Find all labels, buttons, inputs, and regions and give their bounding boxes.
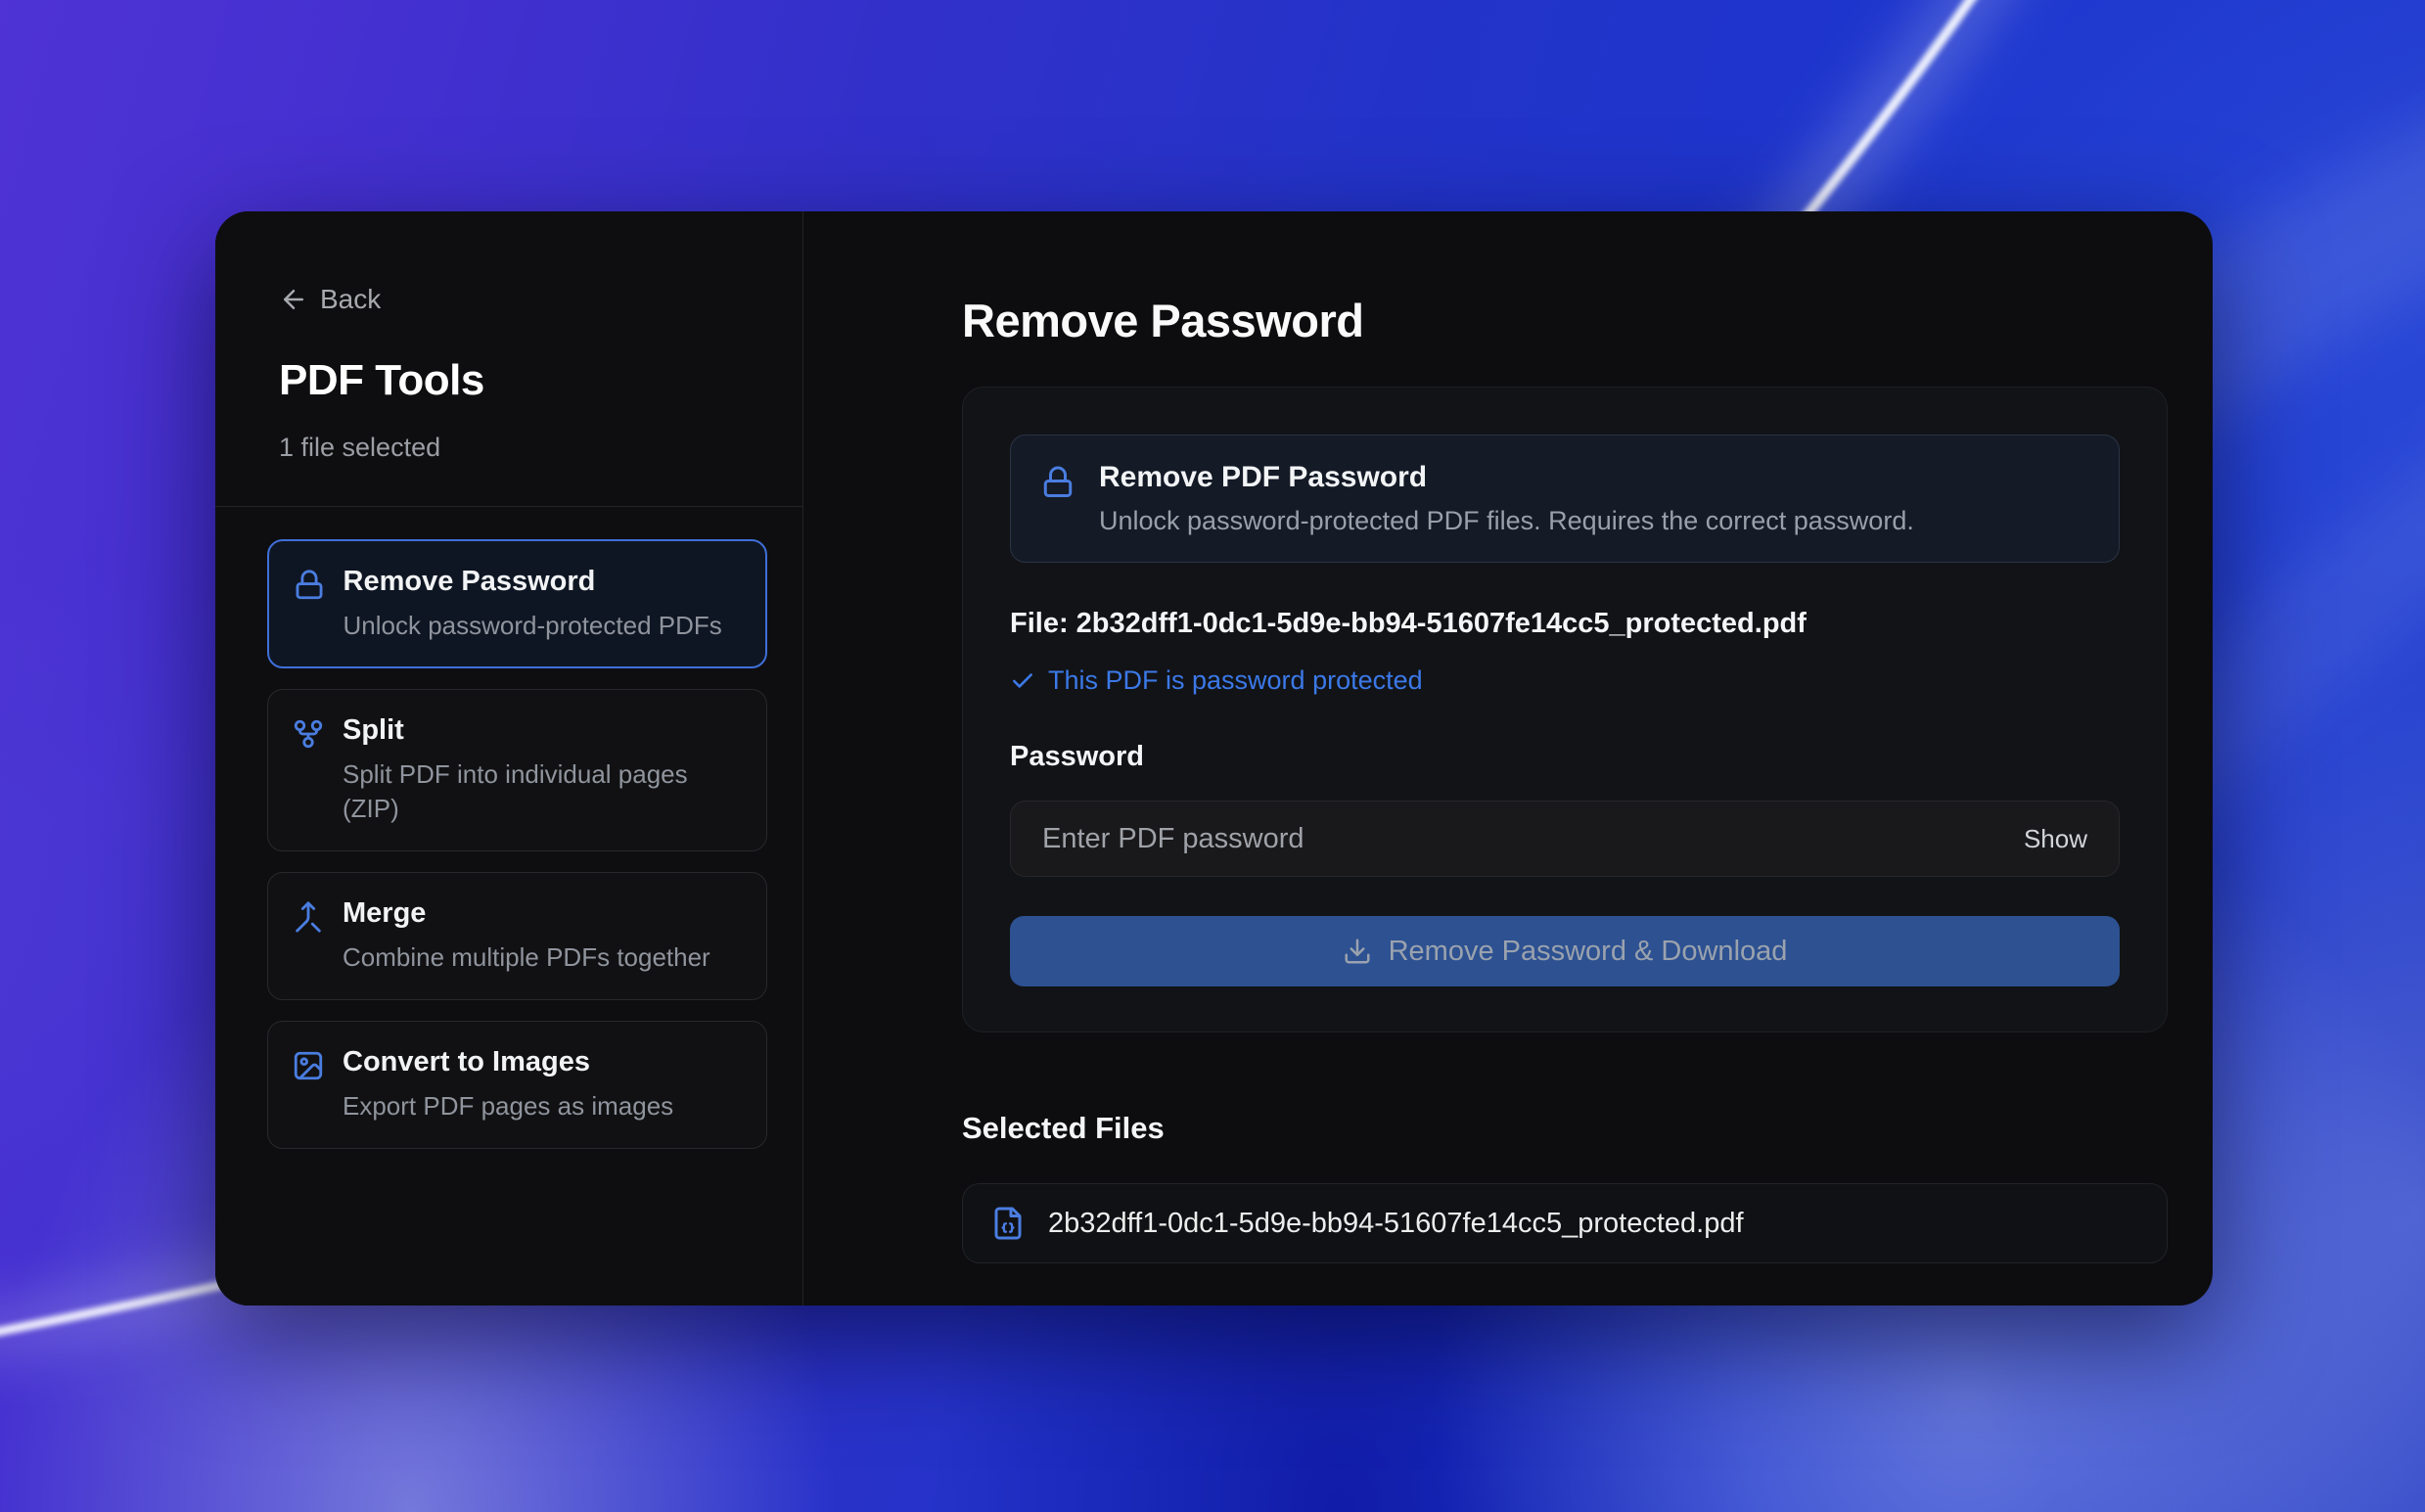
show-password-button[interactable]: Show [2024, 824, 2087, 854]
current-file-line: File: 2b32dff1-0dc1-5d9e-bb94-51607fe14c… [1010, 608, 2120, 640]
split-fork-icon [292, 717, 325, 751]
tool-description: Export PDF pages as images [343, 1089, 673, 1123]
sidebar-title: PDF Tools [279, 356, 802, 405]
arrow-left-icon [279, 285, 308, 314]
info-banner: Remove PDF Password Unlock password-prot… [1010, 435, 2120, 563]
remove-password-card: Remove PDF Password Unlock password-prot… [962, 387, 2168, 1032]
check-icon [1010, 668, 1035, 694]
info-description: Unlock password-protected PDF files. Req… [1099, 506, 1914, 536]
main-pane: Remove Password Remove PDF Password Unlo… [803, 211, 2213, 1306]
file-name: 2b32dff1-0dc1-5d9e-bb94-51607fe14cc5_pro… [1076, 608, 1807, 639]
merge-arrow-icon [292, 900, 325, 934]
info-title: Remove PDF Password [1099, 461, 1914, 494]
file-label: File: [1010, 608, 1076, 639]
password-field: Show [1010, 801, 2120, 877]
tool-description: Combine multiple PDFs together [343, 940, 710, 975]
image-icon [292, 1049, 325, 1082]
lock-icon [293, 569, 326, 602]
selected-file-row: 2b32dff1-0dc1-5d9e-bb94-51607fe14cc5_pro… [962, 1183, 2168, 1263]
file-code-icon [990, 1206, 1026, 1241]
tool-title: Split [343, 714, 743, 747]
page-title: Remove Password [962, 294, 2168, 347]
submit-label: Remove Password & Download [1389, 936, 1788, 968]
selected-files-title: Selected Files [962, 1111, 2168, 1146]
lock-icon [1040, 465, 1075, 500]
back-label: Back [320, 284, 381, 315]
tool-title: Convert to Images [343, 1046, 673, 1078]
pdf-tools-window: Back PDF Tools 1 file selected Remove Pa… [215, 211, 2213, 1306]
download-icon [1343, 937, 1372, 966]
password-label: Password [1010, 741, 2120, 773]
password-input[interactable] [1042, 823, 2024, 855]
sidebar-item-split[interactable]: Split Split PDF into individual pages (Z… [267, 689, 767, 851]
password-protected-status: This PDF is password protected [1010, 665, 2120, 696]
remove-password-download-button[interactable]: Remove Password & Download [1010, 916, 2120, 986]
status-text: This PDF is password protected [1048, 665, 1423, 696]
tool-title: Remove Password [343, 566, 722, 598]
sidebar-item-convert-to-images[interactable]: Convert to Images Export PDF pages as im… [267, 1021, 767, 1149]
sidebar-item-merge[interactable]: Merge Combine multiple PDFs together [267, 872, 767, 1000]
tool-list: Remove Password Unlock password-protecte… [215, 507, 802, 1149]
tool-description: Unlock password-protected PDFs [343, 609, 722, 643]
file-count: 1 file selected [279, 433, 802, 463]
selected-file-name: 2b32dff1-0dc1-5d9e-bb94-51607fe14cc5_pro… [1048, 1208, 1744, 1240]
back-button[interactable]: Back [279, 284, 381, 315]
tool-description: Split PDF into individual pages (ZIP) [343, 757, 743, 826]
tool-title: Merge [343, 897, 710, 930]
sidebar: Back PDF Tools 1 file selected Remove Pa… [215, 211, 803, 1306]
sidebar-item-remove-password[interactable]: Remove Password Unlock password-protecte… [267, 539, 767, 668]
